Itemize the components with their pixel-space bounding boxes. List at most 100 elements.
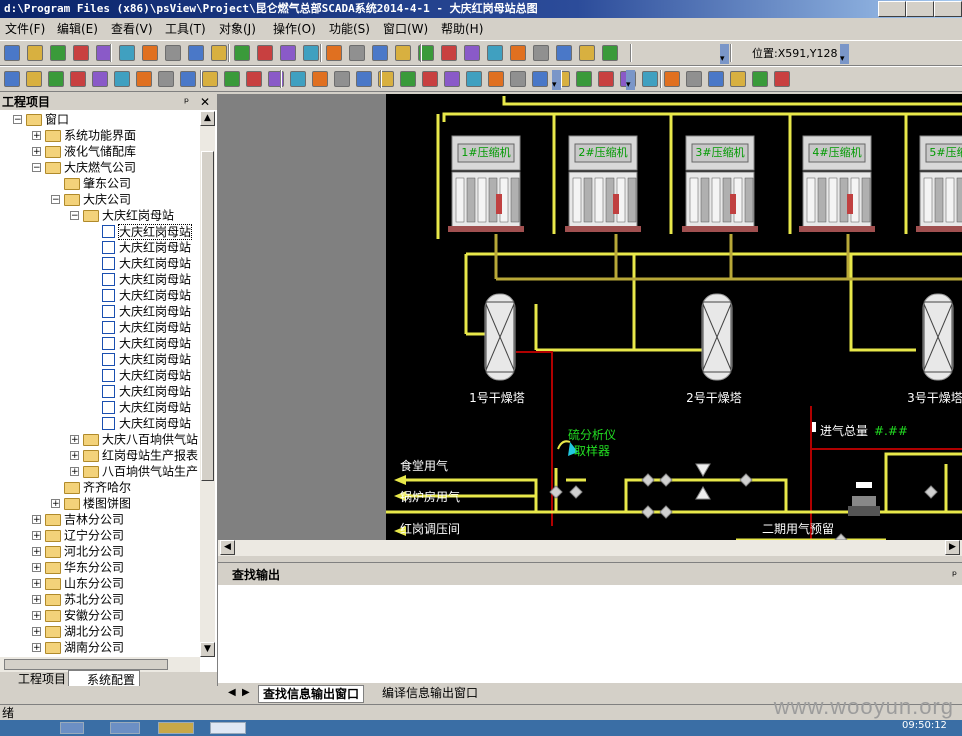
- tree-item[interactable]: 大庆红岗母站: [89, 255, 191, 271]
- tree-item[interactable]: 大庆红岗母站: [89, 223, 193, 240]
- toolbar-tool-icon[interactable]: [70, 71, 86, 87]
- graphic-horizontal-scrollbar[interactable]: ◀ ▶: [218, 540, 962, 556]
- tree-item[interactable]: + 辽宁分公司: [32, 527, 124, 543]
- tree-item[interactable]: − 大庆红岗母站: [70, 207, 174, 223]
- tree-item[interactable]: 大庆红岗母站: [89, 383, 191, 399]
- tree-item[interactable]: 大庆红岗母站: [89, 319, 191, 335]
- hscroll-thumb[interactable]: [4, 659, 168, 670]
- toolbar-tool-icon[interactable]: [119, 45, 135, 61]
- expand-icon[interactable]: +: [70, 467, 79, 477]
- toolbar-tool-icon[interactable]: [334, 71, 350, 87]
- minimize-button[interactable]: [878, 1, 906, 17]
- expand-icon[interactable]: +: [32, 611, 41, 621]
- expand-icon[interactable]: +: [70, 451, 79, 461]
- tree-item[interactable]: + 河北分公司: [32, 543, 124, 559]
- toolbar-tool-icon[interactable]: [188, 45, 204, 61]
- toolbar-overflow-button[interactable]: [552, 70, 561, 90]
- toolbar-tool-icon[interactable]: [211, 45, 227, 61]
- menu-object[interactable]: 对象(J): [216, 21, 259, 37]
- toolbar-tool-icon[interactable]: [202, 71, 218, 87]
- expand-icon[interactable]: +: [32, 627, 41, 637]
- toolbar-tool-icon[interactable]: [532, 71, 548, 87]
- expand-icon[interactable]: +: [70, 435, 79, 445]
- toolbar-tool-icon[interactable]: [92, 71, 108, 87]
- menu-view[interactable]: 查看(V): [108, 21, 156, 37]
- tree-item[interactable]: 大庆红岗母站: [89, 287, 191, 303]
- tree-item[interactable]: + 安徽分公司: [32, 607, 124, 623]
- toolbar-overflow-button[interactable]: [626, 70, 635, 90]
- tab-system-config[interactable]: 系统配置: [68, 670, 141, 686]
- toolbar-tool-icon[interactable]: [533, 45, 549, 61]
- tree-item[interactable]: + 液化气储配库: [32, 143, 136, 159]
- toolbar-tool-icon[interactable]: [246, 71, 262, 87]
- scroll-left-icon[interactable]: ◀: [220, 540, 235, 555]
- expand-icon[interactable]: +: [32, 147, 41, 157]
- scroll-right-icon[interactable]: ▶: [945, 540, 960, 555]
- toolbar-tool-icon[interactable]: [686, 71, 702, 87]
- toolbar-tool-icon[interactable]: [349, 45, 365, 61]
- toolbar-tool-icon[interactable]: [4, 45, 20, 61]
- menu-operation[interactable]: 操作(O): [270, 21, 319, 37]
- toolbar-tool-icon[interactable]: [224, 71, 240, 87]
- toolbar-tool-icon[interactable]: [579, 45, 595, 61]
- expand-icon[interactable]: +: [32, 515, 41, 525]
- toolbar-tool-icon[interactable]: [774, 71, 790, 87]
- tree-item[interactable]: + 红岗母站生产报表: [70, 447, 198, 463]
- tab-find-output[interactable]: 查找信息输出窗口: [258, 685, 365, 703]
- expand-icon[interactable]: +: [32, 643, 41, 653]
- menu-help[interactable]: 帮助(H): [438, 21, 486, 37]
- toolbar-tool-icon[interactable]: [730, 71, 746, 87]
- toolbar-tool-icon[interactable]: [752, 71, 768, 87]
- tree-item[interactable]: 大庆红岗母站: [89, 239, 191, 255]
- toolbar-tool-icon[interactable]: [257, 45, 273, 61]
- tree-item[interactable]: + 湖南分公司: [32, 639, 124, 655]
- expand-icon[interactable]: +: [32, 595, 41, 605]
- toolbar-tool-icon[interactable]: [142, 45, 158, 61]
- collapse-icon[interactable]: −: [13, 115, 22, 125]
- close-icon[interactable]: ✕: [200, 94, 210, 110]
- compressor-unit[interactable]: 1#压缩机: [448, 135, 524, 232]
- tree-item[interactable]: 大庆红岗母站: [89, 303, 191, 319]
- scada-diagram[interactable]: 1#压缩机 2#压缩机 3#压缩机 4#压缩机 5#压缩机 1号干燥塔 2号干燥塔 3号干燥…: [386, 94, 962, 540]
- tab-next-icon[interactable]: ▶: [238, 685, 254, 701]
- tree-item[interactable]: + 苏北分公司: [32, 591, 124, 607]
- menu-file[interactable]: 文件(F): [2, 21, 48, 37]
- toolbar-tool-icon[interactable]: [464, 45, 480, 61]
- tree-item[interactable]: + 八百垧供气站生产: [70, 463, 198, 479]
- tree-item[interactable]: − 窗口: [13, 111, 69, 127]
- menu-edit[interactable]: 编辑(E): [54, 21, 101, 37]
- toolbar-tool-icon[interactable]: [556, 45, 572, 61]
- toolbar-overflow-button[interactable]: [840, 44, 849, 64]
- compressor-unit[interactable]: 3#压缩机: [682, 135, 758, 232]
- toolbar-tool-icon[interactable]: [48, 71, 64, 87]
- expand-icon[interactable]: +: [32, 579, 41, 589]
- toolbar-tool-icon[interactable]: [234, 45, 250, 61]
- toolbar-overflow-button[interactable]: [720, 44, 729, 64]
- collapse-icon[interactable]: −: [51, 195, 60, 205]
- toolbar-tool-icon[interactable]: [466, 71, 482, 87]
- toolbar-tool-icon[interactable]: [303, 45, 319, 61]
- tab-project[interactable]: 工程项目: [0, 670, 66, 686]
- maximize-button[interactable]: [906, 1, 934, 17]
- expand-icon[interactable]: +: [32, 563, 41, 573]
- toolbar-tool-icon[interactable]: [280, 45, 296, 61]
- tree-item[interactable]: + 湖北分公司: [32, 623, 124, 639]
- toolbar-tool-icon[interactable]: [136, 71, 152, 87]
- toolbar-tool-icon[interactable]: [372, 45, 388, 61]
- scroll-up-icon[interactable]: ▲: [200, 111, 215, 126]
- scroll-down-icon[interactable]: ▼: [200, 642, 215, 657]
- compressor-unit[interactable]: 5#压缩机: [916, 135, 962, 232]
- taskbar-app-icon[interactable]: [210, 722, 246, 734]
- toolbar-tool-icon[interactable]: [26, 71, 42, 87]
- tree-item[interactable]: + 系统功能界面: [32, 127, 136, 143]
- compressor-unit[interactable]: 2#压缩机: [565, 135, 641, 232]
- menu-tools[interactable]: 工具(T): [162, 21, 209, 37]
- toolbar-tool-icon[interactable]: [708, 71, 724, 87]
- toolbar-tool-icon[interactable]: [598, 71, 614, 87]
- expand-icon[interactable]: +: [32, 131, 41, 141]
- menu-function[interactable]: 功能(S): [326, 21, 373, 37]
- toolbar-tool-icon[interactable]: [602, 45, 618, 61]
- collapse-icon[interactable]: −: [32, 163, 41, 173]
- tree-item[interactable]: 大庆红岗母站: [89, 415, 191, 431]
- tree-item[interactable]: − 大庆燃气公司: [32, 159, 136, 175]
